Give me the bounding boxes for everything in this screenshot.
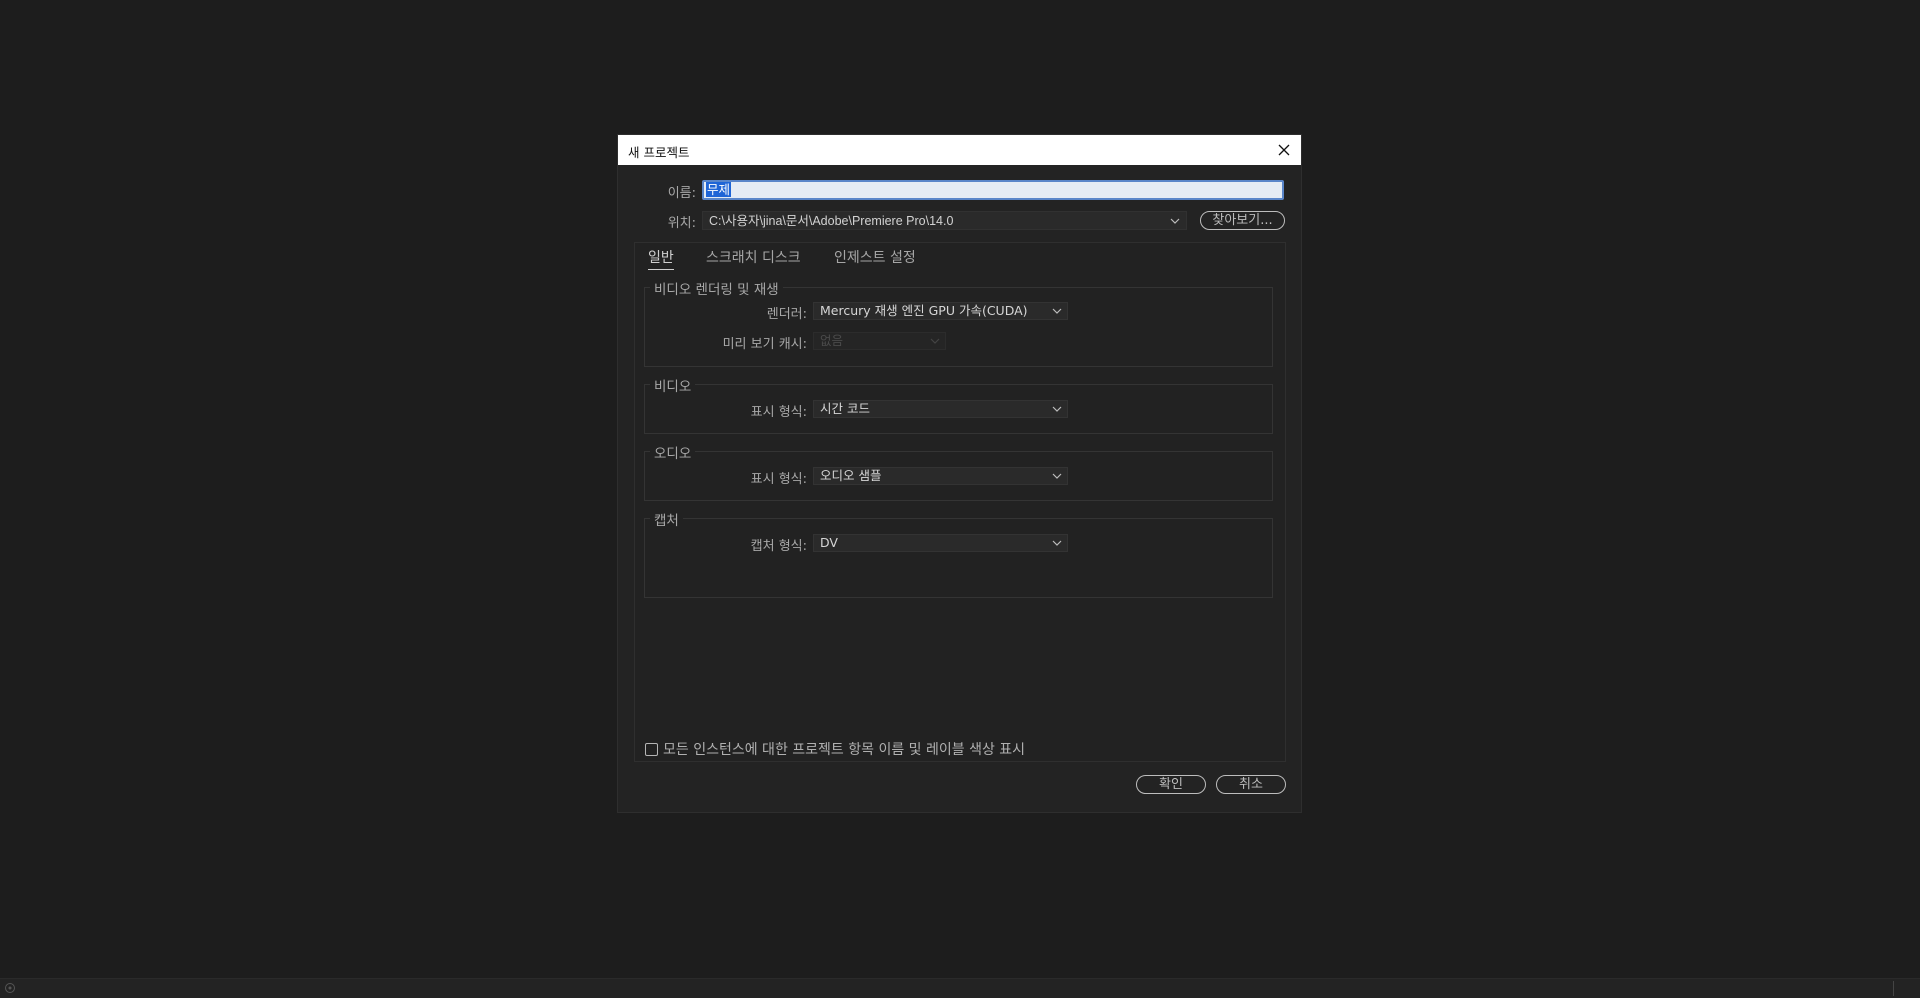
audio-display-format-dropdown[interactable]: 오디오 샘플 <box>813 467 1068 485</box>
video-display-format-dropdown[interactable]: 시간 코드 <box>813 400 1068 418</box>
capture-format-label: 캡처 형식: <box>750 539 807 554</box>
renderer-label: 렌더러: <box>766 307 807 322</box>
close-icon <box>1278 144 1290 156</box>
status-bar <box>0 978 1920 998</box>
group-title-audio: 오디오 <box>650 442 696 462</box>
tab-ingest-settings[interactable]: 인제스트 설정 <box>834 247 916 269</box>
status-eye-icon <box>5 983 15 993</box>
audio-display-format-label: 표시 형식: <box>750 472 807 487</box>
dialog-title: 새 프로젝트 <box>628 145 690 160</box>
cancel-button[interactable]: 취소 <box>1216 775 1286 794</box>
renderer-value: Mercury 재생 엔진 GPU 가속(CUDA) <box>820 303 1028 318</box>
preview-cache-label: 미리 보기 캐시: <box>722 337 807 352</box>
group-title-capture: 캡처 <box>650 509 683 529</box>
chevron-down-icon <box>1170 218 1180 224</box>
show-label-colors-label[interactable]: 모든 인스턴스에 대한 프로젝트 항목 이름 및 레이블 색상 표시 <box>663 739 1025 759</box>
capture-format-dropdown[interactable]: DV <box>813 534 1068 552</box>
browse-button[interactable]: 찾아보기... <box>1200 211 1285 230</box>
group-video-rendering: 비디오 렌더링 및 재생 렌더러: Mercury 재생 엔진 GPU 가속(C… <box>644 278 1273 367</box>
name-label: 이름: <box>667 186 696 201</box>
chevron-down-icon <box>930 338 940 344</box>
chevron-down-icon <box>1052 406 1062 412</box>
new-project-dialog: 새 프로젝트 이름: 무제 위치: C:\사용자\jina\문서\Adobe\P… <box>618 135 1301 812</box>
status-divider <box>1893 981 1894 996</box>
settings-panel: 일반 스크래치 디스크 인제스트 설정 비디오 렌더링 및 재생 렌더러: Me… <box>634 242 1286 762</box>
dialog-titlebar: 새 프로젝트 <box>618 135 1301 165</box>
chevron-down-icon <box>1052 308 1062 314</box>
group-title-video: 비디오 <box>650 375 696 395</box>
video-display-format-label: 표시 형식: <box>750 405 807 420</box>
project-name-value: 무제 <box>706 182 732 197</box>
close-button[interactable] <box>1273 139 1295 161</box>
group-audio: 오디오 표시 형식: 오디오 샘플 <box>644 442 1273 501</box>
renderer-dropdown[interactable]: Mercury 재생 엔진 GPU 가속(CUDA) <box>813 302 1068 320</box>
group-title-rendering: 비디오 렌더링 및 재생 <box>650 278 783 298</box>
location-label: 위치: <box>667 216 696 231</box>
group-video: 비디오 표시 형식: 시간 코드 <box>644 375 1273 434</box>
ok-button[interactable]: 확인 <box>1136 775 1206 794</box>
location-dropdown[interactable]: C:\사용자\jina\문서\Adobe\Premiere Pro\14.0 <box>702 211 1187 230</box>
preview-cache-value: 없음 <box>820 333 844 348</box>
audio-display-format-value: 오디오 샘플 <box>820 468 882 483</box>
preview-cache-dropdown: 없음 <box>813 332 946 350</box>
show-label-colors-checkbox[interactable] <box>645 743 658 756</box>
capture-format-value: DV <box>820 535 838 550</box>
video-display-format-value: 시간 코드 <box>820 401 870 416</box>
location-value: C:\사용자\jina\문서\Adobe\Premiere Pro\14.0 <box>709 214 954 228</box>
chevron-down-icon <box>1052 540 1062 546</box>
tab-scratch-disks[interactable]: 스크래치 디스크 <box>706 247 801 269</box>
group-capture: 캡처 캡처 형식: DV <box>644 509 1273 598</box>
project-name-input[interactable]: 무제 <box>702 180 1284 200</box>
chevron-down-icon <box>1052 473 1062 479</box>
tab-general[interactable]: 일반 <box>648 247 674 270</box>
